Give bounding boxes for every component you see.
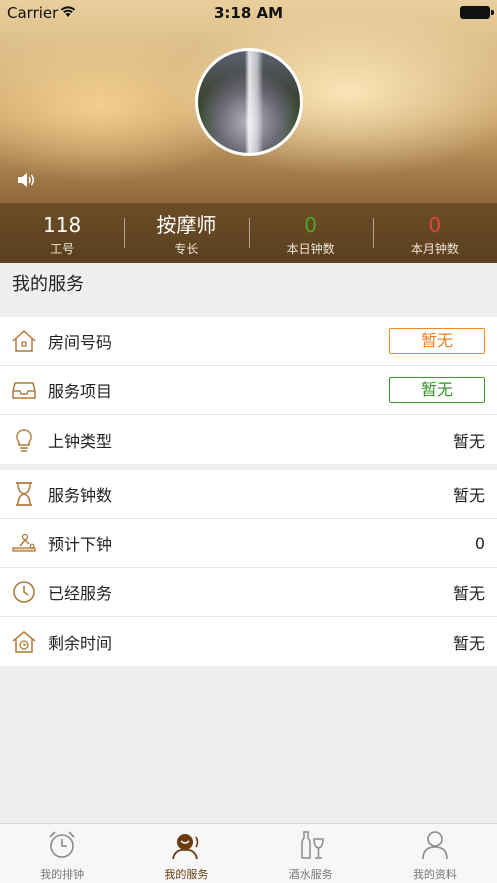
row-label: 预计下钟 — [48, 535, 113, 554]
tab-label: 我的资料 — [412, 868, 457, 881]
list-item-room-number[interactable]: 房间号码 暂无 — [0, 317, 497, 366]
house-clock-icon — [0, 617, 48, 666]
clock-icon — [0, 568, 48, 617]
hourglass-icon — [0, 470, 48, 519]
row-label: 上钟类型 — [48, 431, 113, 451]
stat-value: 0 — [304, 213, 317, 237]
list-item-clock-type[interactable]: 上钟类型 暂无 — [0, 415, 497, 464]
row-value: 暂无 — [452, 486, 485, 505]
service-list-primary: 房间号码 暂无 服务项目 暂无 上钟类型 暂无 — [0, 317, 497, 464]
tab-my-service[interactable]: 我的服务 — [124, 824, 248, 883]
stat-label: 本日钟数 — [286, 242, 335, 256]
section-title: 我的服务 — [12, 274, 84, 295]
list-item-service-count[interactable]: 服务钟数 暂无 — [0, 470, 497, 519]
stat-specialty: 按摩师 专长 — [124, 203, 248, 263]
wine-icon — [300, 831, 324, 859]
list-item-service-item[interactable]: 服务项目 暂无 — [0, 366, 497, 415]
tab-drinks[interactable]: 酒水服务 — [249, 824, 373, 883]
battery-icon — [460, 6, 494, 19]
tab-label: 酒水服务 — [288, 868, 333, 881]
row-value: 暂无 — [452, 584, 485, 603]
tab-label: 我的排钟 — [40, 868, 85, 881]
person-icon — [422, 831, 448, 860]
row-value: 暂无 — [452, 633, 485, 653]
list-item-remaining-time[interactable]: 剩余时间 暂无 — [0, 617, 497, 666]
avatar[interactable] — [195, 48, 303, 156]
stat-employee-id: 118 工号 — [0, 203, 124, 263]
tab-schedule[interactable]: 我的排钟 — [0, 824, 124, 883]
tab-profile[interactable]: 我的资料 — [373, 824, 497, 883]
tab-label: 我的服务 — [164, 868, 209, 881]
stat-value: 0 — [428, 213, 442, 237]
service-list-secondary: 服务钟数 暂无 预计下钟 0 已经服务 暂无 剩余时间 暂无 — [0, 470, 497, 666]
row-label: 服务钟数 — [48, 486, 113, 505]
stat-label: 专长 — [174, 242, 199, 256]
status-time: 3:18 AM — [213, 4, 284, 22]
list-item-expected-end[interactable]: 预计下钟 0 — [0, 519, 497, 568]
service-icon — [172, 834, 199, 860]
profile-header: Carrier 3:18 AM 118 工号 按摩师 专长 0 本日钟数 0 本… — [0, 0, 497, 263]
row-value: 暂无 — [452, 431, 485, 451]
row-label: 剩余时间 — [48, 633, 113, 653]
stat-today-count: 0 本日钟数 — [248, 203, 373, 263]
row-label: 已经服务 — [48, 584, 113, 603]
house-icon — [0, 317, 48, 366]
status-bar: Carrier 3:18 AM — [0, 0, 497, 26]
lightbulb-icon — [0, 415, 48, 464]
stat-label: 本月钟数 — [410, 242, 459, 256]
massage-icon — [0, 519, 48, 568]
stat-label: 工号 — [50, 242, 75, 256]
stat-value: 118 — [43, 213, 82, 237]
room-number-tag[interactable]: 暂无 — [389, 328, 485, 354]
tray-icon — [0, 366, 48, 415]
list-item-served-time[interactable]: 已经服务 暂无 — [0, 568, 497, 617]
alarm-clock-icon — [49, 831, 75, 858]
speaker-icon[interactable] — [16, 171, 36, 189]
stat-value: 按摩师 — [156, 213, 217, 237]
service-item-tag[interactable]: 暂无 — [389, 377, 485, 403]
stat-month-count: 0 本月钟数 — [372, 203, 497, 263]
tab-bar: 我的排钟 我的服务 酒水服务 我的资料 — [0, 823, 497, 883]
row-value: 0 — [474, 533, 485, 553]
stats-bar: 118 工号 按摩师 专长 0 本日钟数 0 本月钟数 — [0, 203, 497, 263]
